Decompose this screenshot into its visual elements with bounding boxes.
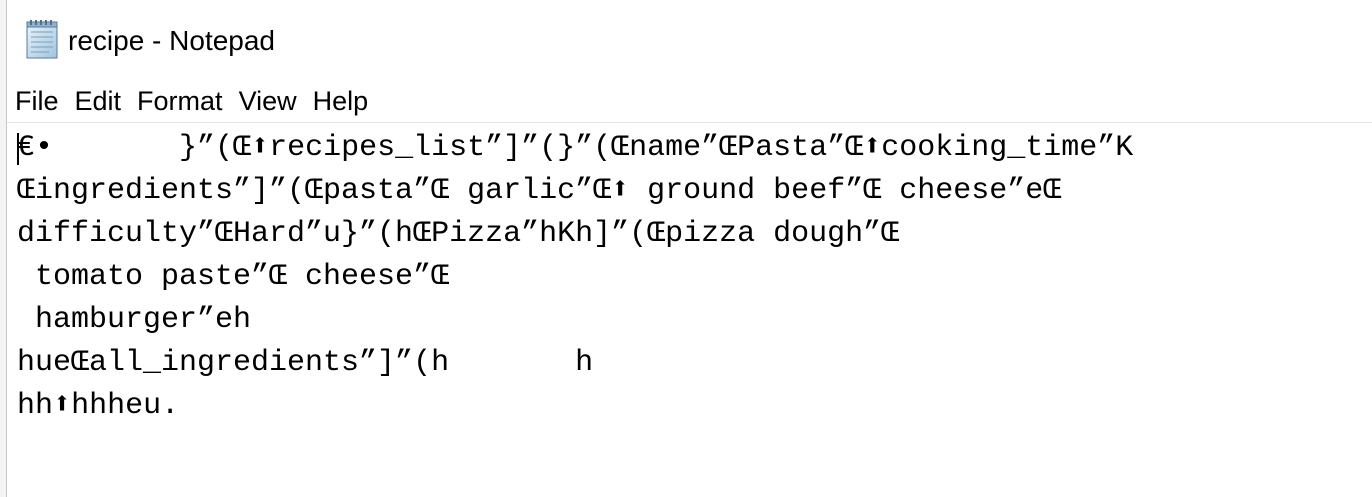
menu-view[interactable]: View	[231, 82, 305, 120]
desktop-edge	[0, 0, 7, 497]
editor-line: €•   }”(Œ⬆recipes_list”]”(}”(Œname”ŒP…	[17, 131, 1133, 165]
editor-line: hueŒall_ingredients”]”(h h	[17, 346, 593, 380]
editor-line: hh⬆hhheu.	[17, 389, 179, 423]
menu-help[interactable]: Help	[305, 82, 377, 120]
editor-line: tomato paste”Œ cheese”Œ	[17, 260, 449, 294]
text-caret	[17, 133, 19, 165]
menu-edit[interactable]: Edit	[67, 82, 130, 120]
editor-line: hamburger”eh	[17, 303, 251, 337]
menu-format[interactable]: Format	[129, 82, 231, 120]
text-editor[interactable]: €•   }”(Œ⬆recipes_list”]”(}”(Œname”ŒP…	[7, 122, 1372, 497]
window-title: recipe - Notepad	[68, 22, 275, 60]
notepad-icon	[23, 20, 65, 60]
title-bar[interactable]: recipe - Notepad	[7, 0, 1372, 82]
menu-bar: File Edit Format View Help	[7, 82, 1372, 120]
editor-content[interactable]: €•   }”(Œ⬆recipes_list”]”(}”(Œname”ŒP…	[17, 127, 1367, 428]
editor-line: Œ ingredients”]”(Œpasta”Œ garlic”Œ⬆ gr…	[17, 174, 1061, 208]
notepad-window: recipe - Notepad File Edit Format View H…	[7, 0, 1372, 497]
menu-file[interactable]: File	[7, 82, 67, 120]
editor-line: difficulty”ŒHard”u}”(hŒPizza”hKh]”…	[17, 217, 899, 251]
